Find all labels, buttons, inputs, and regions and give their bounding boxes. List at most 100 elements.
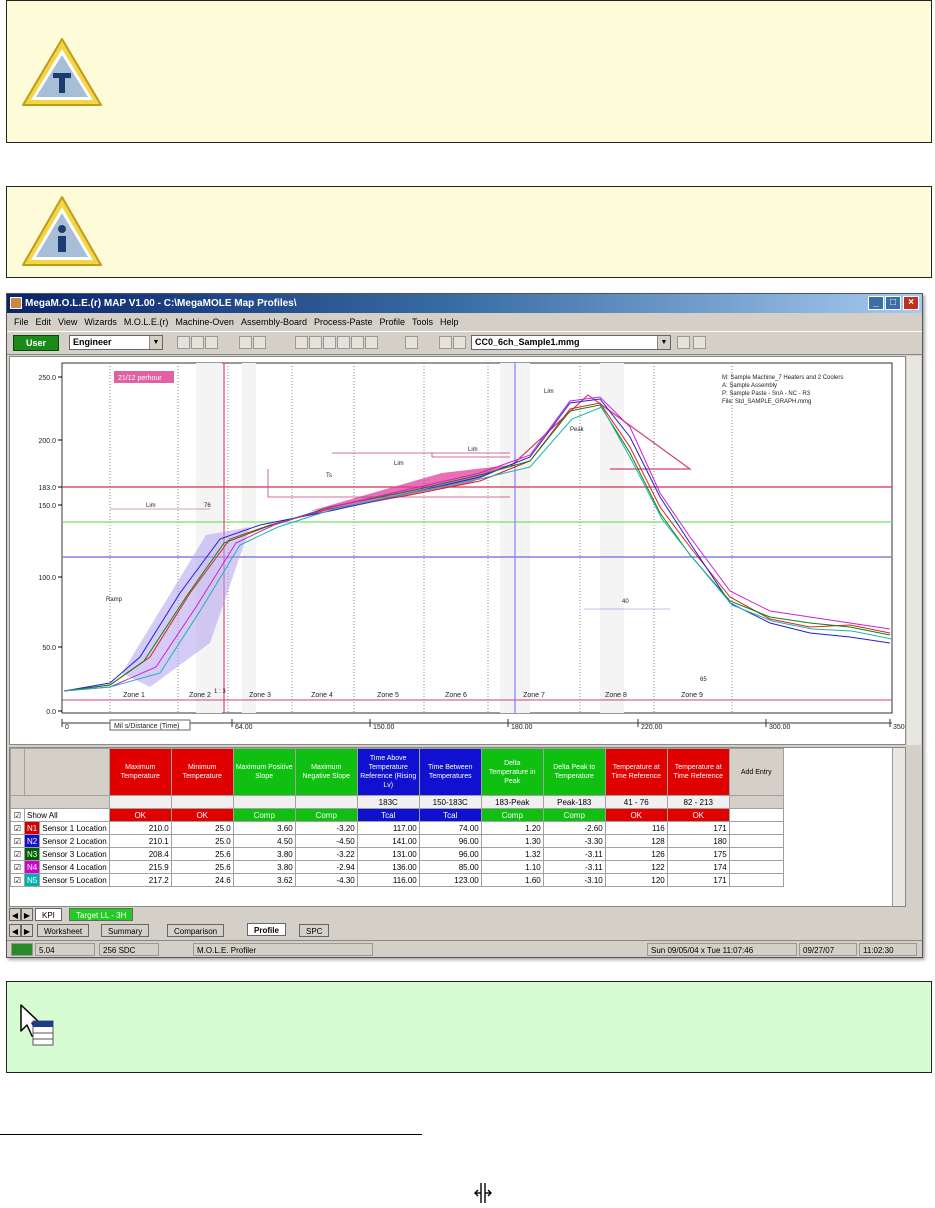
user-button[interactable]: User — [13, 335, 59, 351]
menu-item-file[interactable]: File — [14, 317, 29, 327]
value-cell: 1.10 — [480, 860, 544, 874]
sheet-tab-target[interactable]: Target LL - 3H — [69, 908, 134, 921]
status-cell: Comp — [232, 808, 296, 822]
status-cell: Tcal — [356, 808, 420, 822]
menu-item-m-o-l-e-r[interactable]: M.O.L.E.(r) — [124, 317, 169, 327]
column-header[interactable]: Maximum Negative Slope — [294, 748, 358, 796]
down-icon[interactable] — [677, 336, 690, 349]
row-checkbox[interactable]: ☑ — [10, 834, 25, 848]
value-cell: 128 — [604, 834, 668, 848]
subheader-spacer — [10, 795, 110, 809]
add-entry-button[interactable]: Add Entry — [728, 748, 784, 796]
menu-item-assembly-board[interactable]: Assembly-Board — [241, 317, 307, 327]
zoom-out-icon[interactable] — [253, 336, 266, 349]
row-checkbox[interactable]: ☑ — [10, 847, 25, 861]
row-checkbox[interactable]: ☑ — [10, 873, 25, 887]
sheet-tabs: ◀ ▶ KPI Target LL - 3H — [7, 908, 227, 922]
subheader-cell — [108, 795, 172, 809]
help-icon[interactable] — [405, 336, 418, 349]
zone-label: Zone 4 — [311, 692, 333, 699]
value-cell: 116 — [604, 821, 668, 835]
status-cell: OK — [666, 808, 730, 822]
y-tick-label: 183.0 — [38, 485, 56, 492]
sheet-nav-last[interactable]: ▶ — [21, 908, 33, 921]
value-cell: -3.11 — [542, 847, 606, 861]
menu-item-tools[interactable]: Tools — [412, 317, 433, 327]
value-cell: 3.60 — [232, 821, 296, 835]
column-header[interactable]: Maximum Temperature — [108, 748, 172, 796]
column-header[interactable]: Maximum Positive Slope — [232, 748, 296, 796]
zoom-in-icon[interactable] — [239, 336, 252, 349]
profile-select[interactable]: CC0_6ch_Sample1.mmg ▼ — [471, 335, 671, 350]
subheader-cell: 41 - 76 — [604, 795, 668, 809]
last-icon[interactable] — [693, 336, 706, 349]
subheader-cell: 183C — [356, 795, 420, 809]
column-header[interactable]: Time Above Temperature Reference (Rising… — [356, 748, 420, 796]
table-row[interactable]: ☑ N4 Sensor 4 Location 215.9 25.6 3.80 -2.94 13… — [10, 860, 784, 874]
column-header[interactable]: Time Between Temperatures — [418, 748, 482, 796]
chart-annotation: 40 — [622, 599, 629, 605]
chart-info-line: P: Sample Paste - SnA - NC - R3 — [722, 391, 811, 397]
profile-badge-text: 21/12 perhour — [118, 375, 162, 382]
user-select[interactable]: Engineer ▼ — [69, 335, 163, 350]
chart-scrollbar[interactable] — [907, 356, 921, 745]
menu-item-edit[interactable]: Edit — [36, 317, 52, 327]
save-icon[interactable] — [191, 336, 204, 349]
show-all-checkbox[interactable]: ☑ — [10, 808, 25, 822]
column-header[interactable]: Delta Temperature in Peak — [480, 748, 544, 796]
splitter-icon[interactable] — [474, 1182, 492, 1204]
open-icon[interactable] — [177, 336, 190, 349]
maximize-button[interactable]: □ — [885, 296, 901, 310]
value-cell: 210.0 — [108, 821, 172, 835]
machine-icon[interactable] — [295, 336, 308, 349]
status-date: 09/27/07 — [799, 943, 857, 956]
close-button[interactable]: × — [903, 296, 919, 310]
x-tick-label: 0 — [65, 724, 69, 731]
tools-icon[interactable] — [351, 336, 364, 349]
y-tick-label: 150.0 — [38, 503, 56, 510]
chart-annotation: Ts — [326, 473, 332, 479]
header-row: Maximum Temperature Minimum Temperature Ma… — [10, 748, 784, 796]
tab-nav-right[interactable]: ▶ — [21, 924, 33, 937]
row-checkbox[interactable]: ☑ — [10, 860, 25, 874]
menu-item-profile[interactable]: Profile — [380, 317, 406, 327]
paste-icon[interactable] — [323, 336, 336, 349]
menu-item-machine-oven[interactable]: Machine-Oven — [175, 317, 234, 327]
profile-icon[interactable] — [337, 336, 350, 349]
tab-profile[interactable]: Profile — [247, 923, 286, 936]
sheet-tab-kpi[interactable]: KPI — [35, 908, 62, 921]
menu-item-view[interactable]: View — [58, 317, 77, 327]
column-header[interactable]: Minimum Temperature — [170, 748, 234, 796]
table-row[interactable]: ☑ N1 Sensor 1 Location 210.0 25.0 3.60 -3.20 11… — [10, 821, 784, 835]
sheet-nav-first[interactable]: ◀ — [9, 908, 21, 921]
column-header[interactable]: Temperature at Time Reference — [666, 748, 730, 796]
chart-annotation: 76 — [204, 503, 211, 509]
tab-nav-left[interactable]: ◀ — [9, 924, 21, 937]
up-icon[interactable] — [453, 336, 466, 349]
subheader-row: 183C 150-183C 183-Peak Peak-183 41 - 76 82 - … — [10, 795, 784, 809]
table-row[interactable]: ☑ N2 Sensor 2 Location 210.1 25.0 4.50 -4.50 14… — [10, 834, 784, 848]
grid-scrollbar[interactable] — [892, 748, 905, 906]
value-cell: 123.00 — [418, 873, 482, 887]
column-header[interactable]: Temperature at Time Reference — [604, 748, 668, 796]
table-row[interactable]: ☑ N3 Sensor 3 Location 208.4 25.6 3.80 -3.22 13… — [10, 847, 784, 861]
first-icon[interactable] — [439, 336, 452, 349]
menu-item-process-paste[interactable]: Process-Paste — [314, 317, 373, 327]
report-icon[interactable] — [365, 336, 378, 349]
menu-item-wizards[interactable]: Wizards — [84, 317, 117, 327]
print-icon[interactable] — [205, 336, 218, 349]
tab-comparison[interactable]: Comparison — [167, 924, 225, 937]
profile-chart[interactable]: 250.0 200.0 183.0 150.0 100.0 50.0 0.0 21/12 pe… — [9, 356, 906, 745]
tab-summary[interactable]: Summary — [101, 924, 150, 937]
table-row[interactable]: ☑ N5 Sensor 5 Location 217.2 24.6 3.62 -4.30 11… — [10, 873, 784, 887]
assembly-icon[interactable] — [309, 336, 322, 349]
tab-spc[interactable]: SPC — [299, 924, 330, 937]
row-checkbox[interactable]: ☑ — [10, 821, 25, 835]
value-cell: 1.32 — [480, 847, 544, 861]
cursor-note — [6, 981, 932, 1073]
minimize-button[interactable]: _ — [868, 296, 884, 310]
column-header[interactable]: Delta Peak to Temperature — [542, 748, 606, 796]
tab-worksheet[interactable]: Worksheet — [37, 924, 90, 937]
cursor-table-icon — [20, 1004, 54, 1046]
menu-item-help[interactable]: Help — [440, 317, 459, 327]
